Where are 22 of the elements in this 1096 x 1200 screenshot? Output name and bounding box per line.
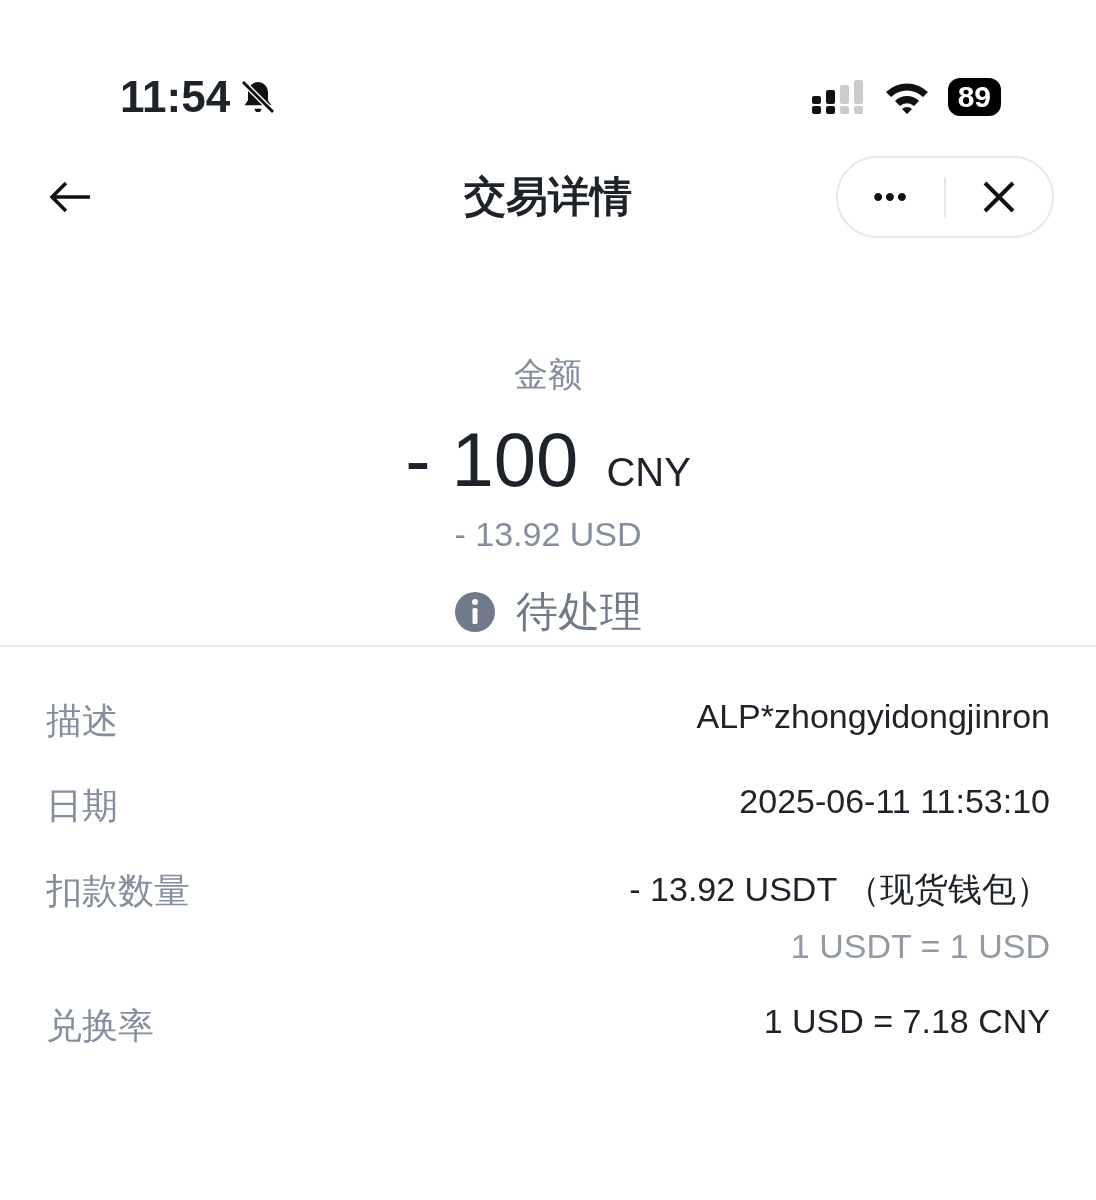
detail-value: 2025-06-11 11:53:10 bbox=[739, 782, 1050, 821]
detail-value: ALP*zhongyidongjinron bbox=[696, 697, 1050, 736]
amount-label: 金额 bbox=[514, 353, 582, 396]
page-title: 交易详情 bbox=[464, 171, 632, 223]
back-arrow-icon[interactable] bbox=[48, 180, 92, 214]
converted-amount: - 13.92 USD bbox=[454, 515, 642, 554]
signal-icon bbox=[811, 80, 866, 114]
detail-label: 扣款数量 bbox=[46, 869, 190, 913]
battery-level: 89 bbox=[947, 78, 1001, 116]
more-button[interactable]: ••• bbox=[838, 158, 944, 236]
close-icon bbox=[982, 180, 1016, 214]
status-text: 待处理 bbox=[516, 586, 642, 638]
currency-code: CNY bbox=[606, 450, 691, 495]
amount-value: - 100 bbox=[405, 416, 579, 503]
detail-note: 1 USDT = 1 USD bbox=[790, 927, 1050, 966]
detail-value: 1 USD = 7.18 CNY bbox=[763, 1002, 1050, 1041]
detail-label: 日期 bbox=[46, 784, 118, 828]
info-icon bbox=[454, 591, 496, 633]
status-time: 11:54 bbox=[120, 72, 231, 122]
detail-label: 描述 bbox=[46, 699, 118, 743]
detail-value: - 13.92 USDT （现货钱包） bbox=[629, 869, 1050, 910]
detail-label: 兑换率 bbox=[46, 1004, 154, 1048]
